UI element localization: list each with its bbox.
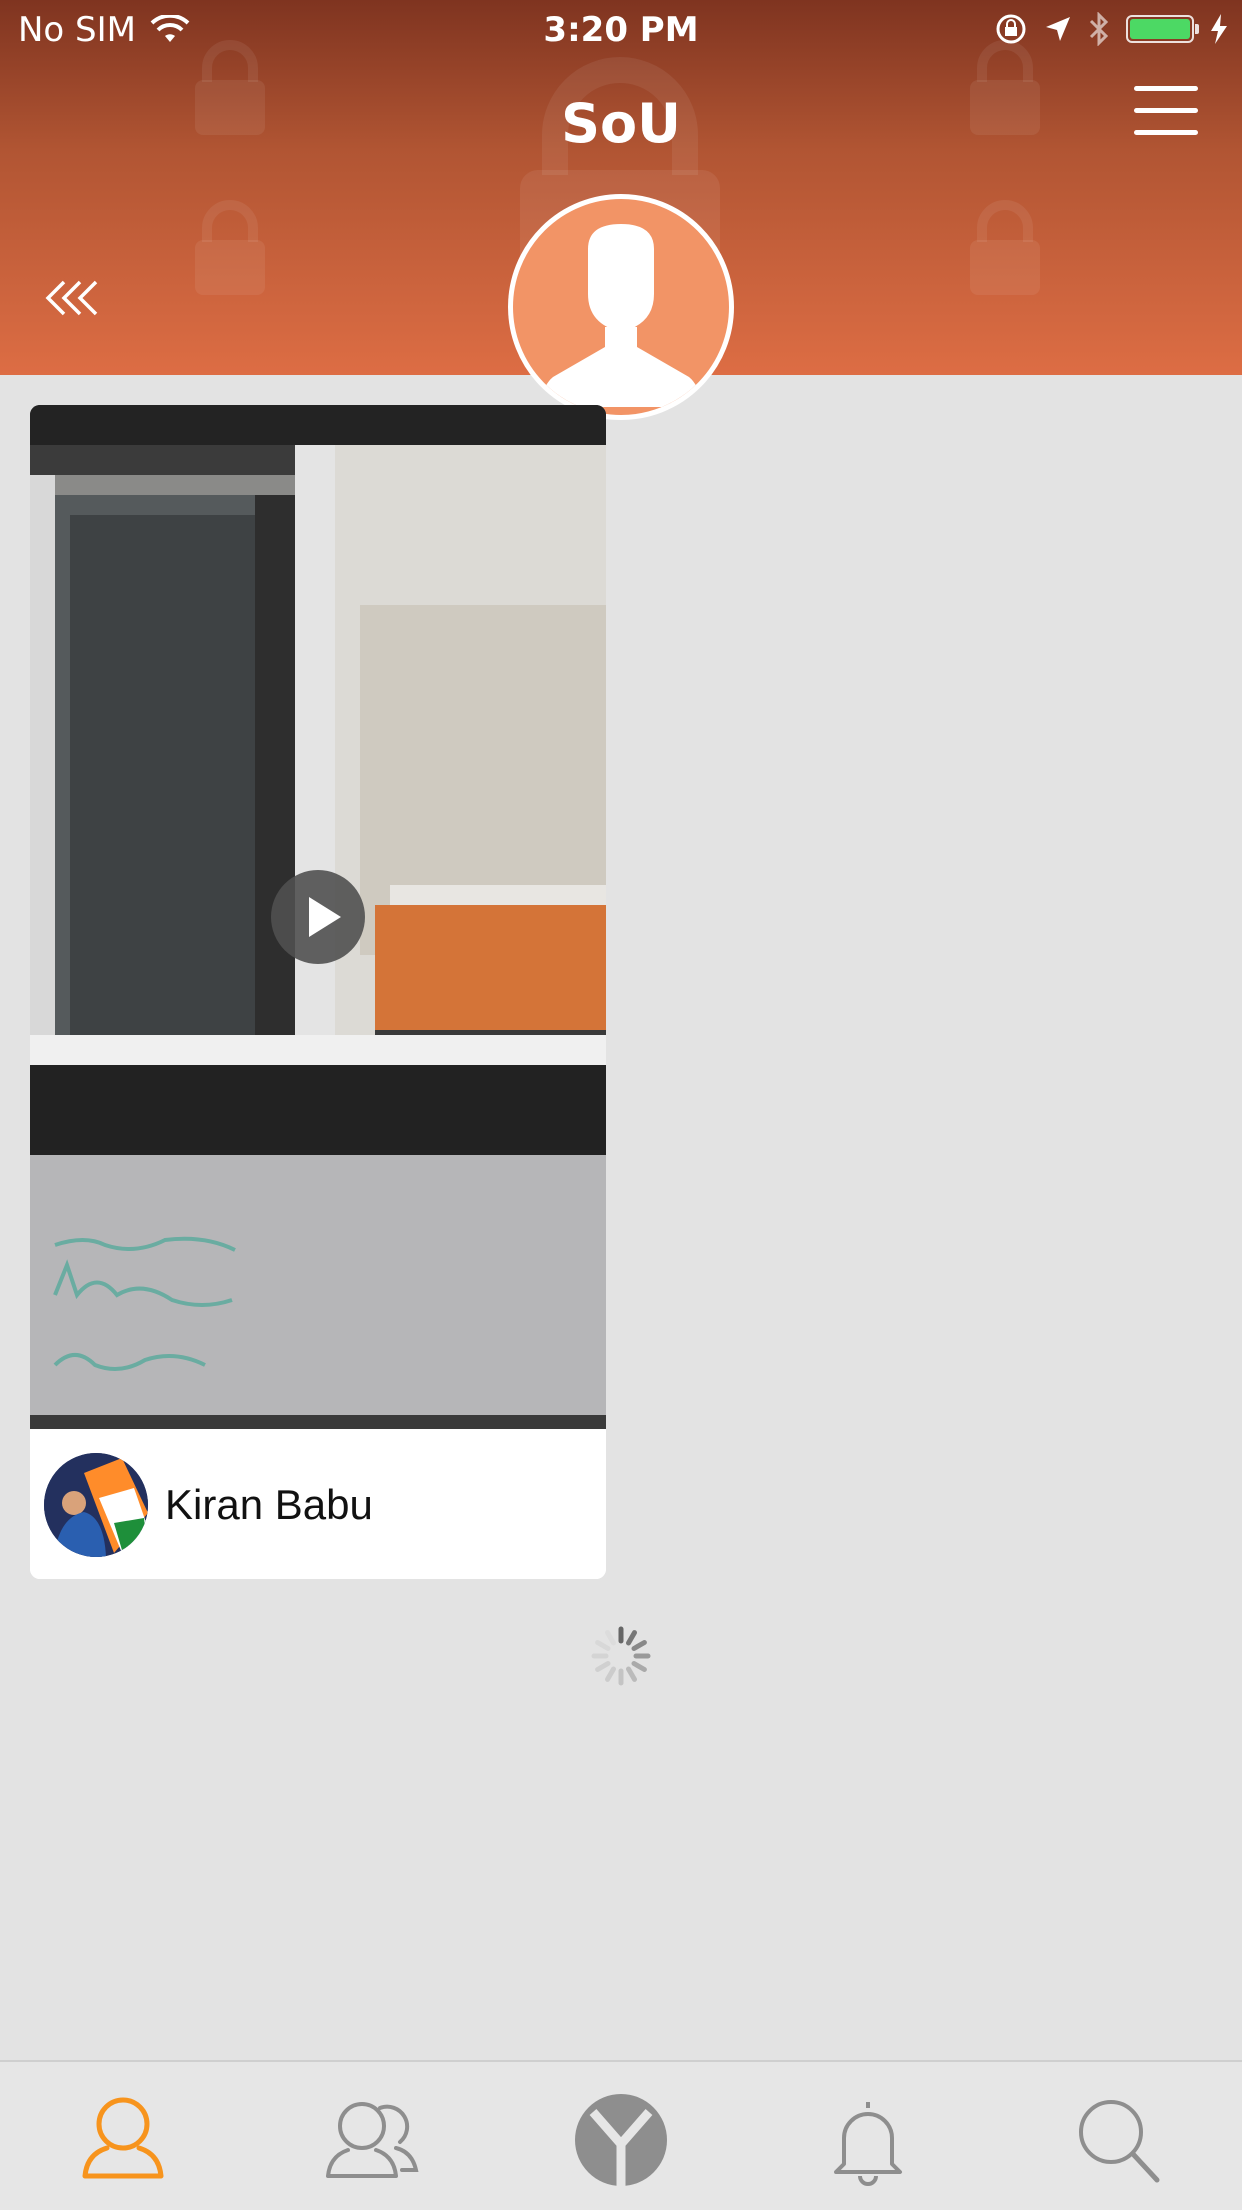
profile-avatar[interactable] bbox=[508, 194, 734, 420]
tab-bar bbox=[0, 2060, 1242, 2210]
orientation-lock-icon bbox=[996, 14, 1026, 44]
friends-icon[interactable] bbox=[322, 2090, 422, 2190]
bell-icon[interactable] bbox=[818, 2090, 918, 2190]
app-logo-icon[interactable] bbox=[571, 2090, 671, 2190]
post-author-name[interactable]: Kiran Babu bbox=[165, 1481, 373, 1529]
status-bar: No SIM 3:20 PM bbox=[0, 0, 1242, 60]
hamburger-menu-icon[interactable] bbox=[1134, 86, 1198, 136]
search-icon[interactable] bbox=[1067, 2090, 1167, 2190]
app-title: SoU bbox=[561, 92, 681, 155]
bluetooth-icon bbox=[1089, 12, 1109, 46]
battery-icon bbox=[1126, 15, 1199, 43]
double-chevron-left-icon[interactable] bbox=[44, 276, 108, 320]
location-arrow-icon bbox=[1046, 17, 1070, 41]
video-post-card[interactable]: Kiran Babu bbox=[30, 405, 606, 1579]
profile-icon[interactable] bbox=[73, 2090, 173, 2190]
charging-bolt-icon bbox=[1211, 14, 1227, 44]
play-button[interactable] bbox=[271, 870, 365, 964]
loading-spinner-icon bbox=[591, 1626, 651, 1686]
video-thumbnail[interactable] bbox=[30, 405, 606, 1429]
user-avatar-image bbox=[44, 1453, 148, 1557]
post-author-row[interactable]: Kiran Babu bbox=[30, 1429, 606, 1579]
default-user-silhouette-icon bbox=[539, 224, 703, 407]
user-avatar[interactable] bbox=[44, 1453, 148, 1557]
